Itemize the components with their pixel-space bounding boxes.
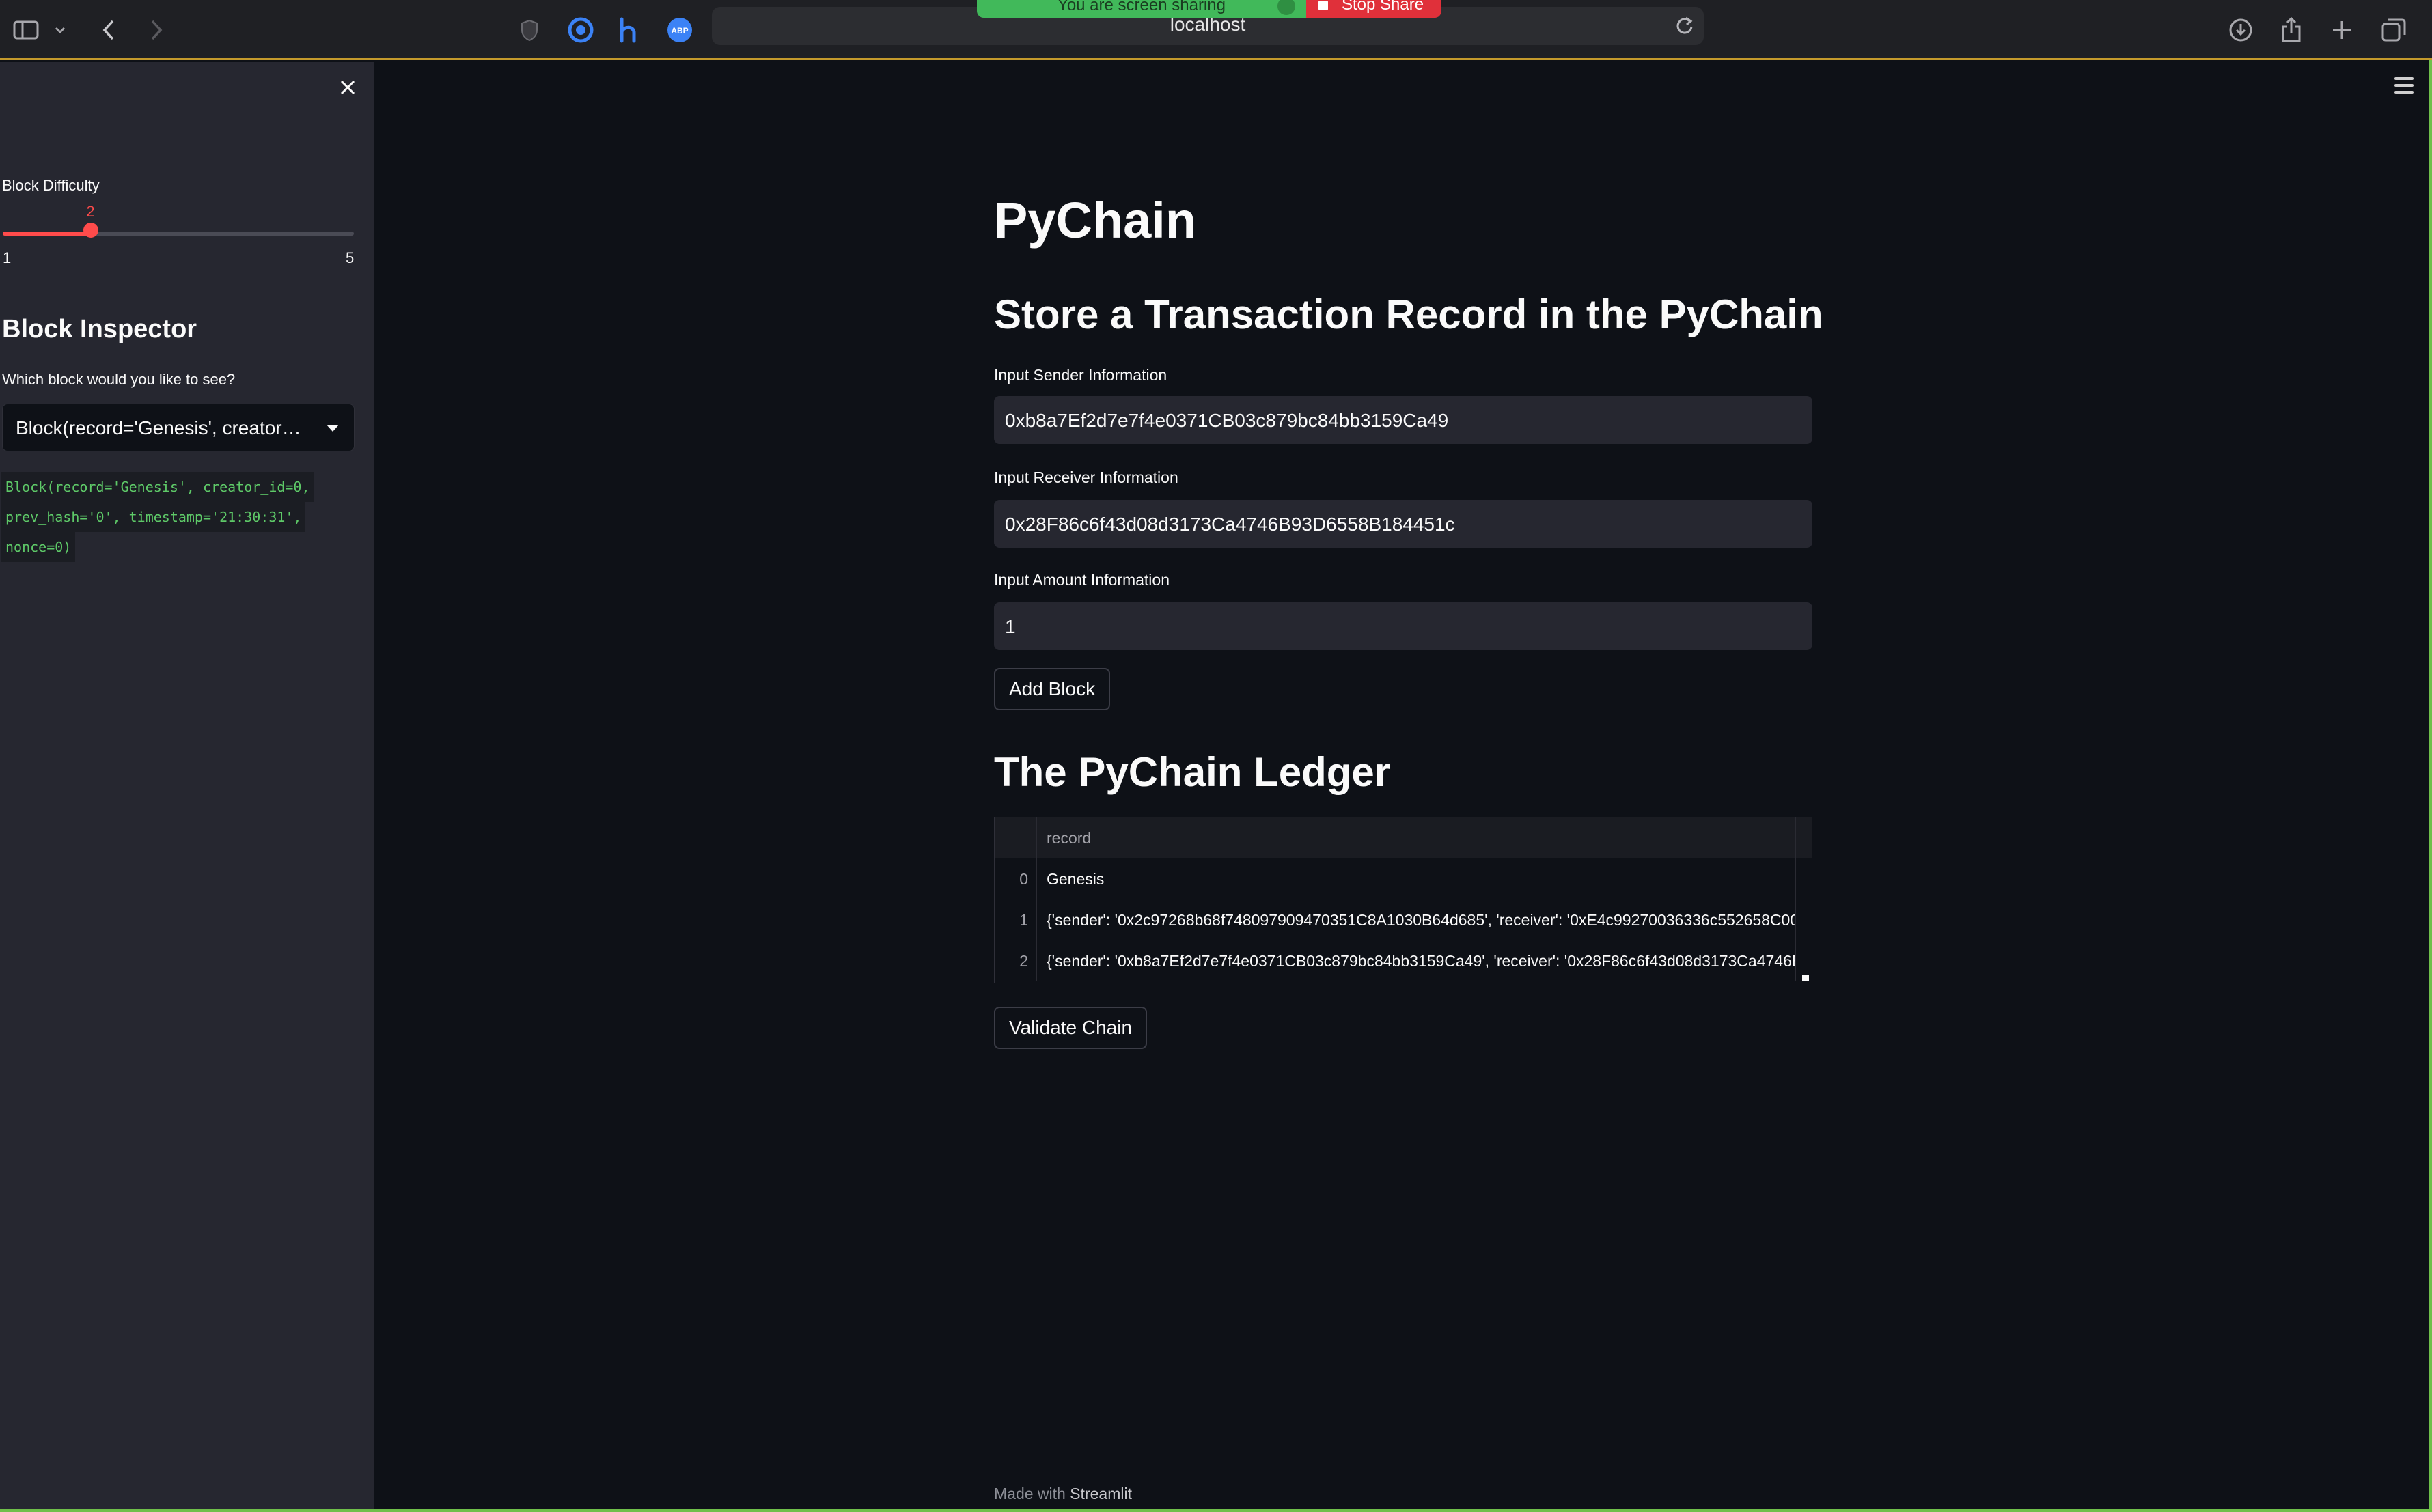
screen-share-banner: You are screen sharing Stop Share [977,0,1441,18]
receiver-input[interactable]: 0x28F86c6f43d08d3173Ca4746B93D6558B18445… [994,500,1812,548]
block-output-line: nonce=0) [1,532,76,562]
add-block-button[interactable]: Add Block [994,668,1111,710]
svg-text:ABP: ABP [671,26,688,36]
ledger-title: The PyChain Ledger [994,749,1391,795]
row-record: Genesis [1047,870,1105,888]
ledger-table[interactable]: record 0 Genesis 1 {'sender': '0x2c97268… [994,817,1812,983]
table-row[interactable]: 0 Genesis [995,858,1812,899]
row-index: 1 [995,899,1037,940]
receiver-label: Input Receiver Information [994,468,1178,486]
amount-input[interactable]: 1 [994,602,1812,650]
browser-toolbar: ABP localhost You are screen sharing Sto… [0,0,2432,60]
block-output: Block(record='Genesis', creator_id=0, pr… [1,472,357,562]
forward-icon[interactable] [146,10,167,51]
block-select-value: Block(record='Genesis', creator_id=0, pr… [16,417,309,438]
table-row[interactable]: 1 {'sender': '0x2c97268b68f7480979094703… [995,899,1812,940]
amount-input-value: 1 [1005,616,1016,637]
close-icon[interactable] [337,77,358,98]
row-record: {'sender': '0x2c97268b68f748097909470351… [1047,911,1795,929]
caret-down-icon[interactable] [327,425,339,432]
row-index: 0 [995,858,1037,899]
reload-icon[interactable] [1675,15,1694,36]
table-header: record [995,817,1812,858]
block-inspector-heading: Block Inspector [2,315,197,344]
page-title: PyChain [994,192,1197,249]
app-window: ABP localhost You are screen sharing Sto… [0,0,2432,1512]
extension-globe-icon[interactable] [567,10,594,51]
select-label: Which block would you like to see? [2,371,236,388]
amount-label: Input Amount Information [994,571,1170,589]
footer: Made with Streamlit [994,1485,1132,1503]
row-index: 2 [995,940,1037,981]
adblock-icon[interactable]: ABP [665,10,694,51]
block-select[interactable]: Block(record='Genesis', creator_id=0, pr… [2,404,355,451]
difficulty-label: Block Difficulty [2,177,100,194]
footer-prefix: Made with [994,1485,1066,1502]
slider-min: 1 [3,249,12,266]
extension-honey-icon[interactable] [615,10,642,51]
sender-label: Input Sender Information [994,366,1167,384]
chevron-down-icon[interactable] [53,10,67,51]
slider-max: 5 [346,249,355,266]
sidebar-toggle-icon[interactable] [12,10,40,51]
block-output-line: prev_hash='0', timestamp='21:30:31', [1,502,306,532]
tab-overview-icon[interactable] [2380,10,2407,51]
share-icon[interactable] [2278,10,2305,51]
block-output-line: Block(record='Genesis', creator_id=0, [1,472,314,502]
footer-brand-link[interactable]: Streamlit [1070,1485,1132,1502]
receiver-input-value: 0x28F86c6f43d08d3173Ca4746B93D6558B18445… [1005,514,1455,535]
shield-icon[interactable] [519,10,540,51]
stop-share-label: Stop Share [1342,0,1424,14]
column-header-record[interactable]: record [1037,817,1795,858]
slider-thumb[interactable] [83,223,98,238]
slider-track[interactable] [3,232,354,236]
sidebar: Block Difficulty 2 1 5 Block Inspector W… [0,62,374,1509]
screen-share-text: You are screen sharing [1058,0,1226,14]
stop-icon [1318,1,1328,10]
table-resize-handle[interactable] [1802,975,1809,981]
new-tab-icon[interactable] [2328,10,2355,51]
validate-chain-button[interactable]: Validate Chain [994,1007,1148,1049]
slider-fill [3,232,91,236]
table-row[interactable]: 2 {'sender': '0xb8a7Ef2d7e7f4e0371CB03c8… [995,940,1812,981]
back-icon[interactable] [98,10,119,51]
form-title: Store a Transaction Record in the PyChai… [994,292,1823,337]
check-icon [1277,0,1295,15]
stop-share-button[interactable]: Stop Share [1306,0,1441,18]
sender-input-value: 0xb8a7Ef2d7e7f4e0371CB03c879bc84bb3159Ca… [1005,410,1449,431]
download-icon[interactable] [2227,10,2254,51]
slider-value: 2 [86,203,95,220]
sender-input[interactable]: 0xb8a7Ef2d7e7f4e0371CB03c879bc84bb3159Ca… [994,396,1812,444]
menu-icon[interactable] [2394,77,2414,94]
index-header [995,817,1037,858]
row-record: {'sender': '0xb8a7Ef2d7e7f4e0371CB03c879… [1047,952,1795,970]
screen-share-status: You are screen sharing [977,0,1306,18]
